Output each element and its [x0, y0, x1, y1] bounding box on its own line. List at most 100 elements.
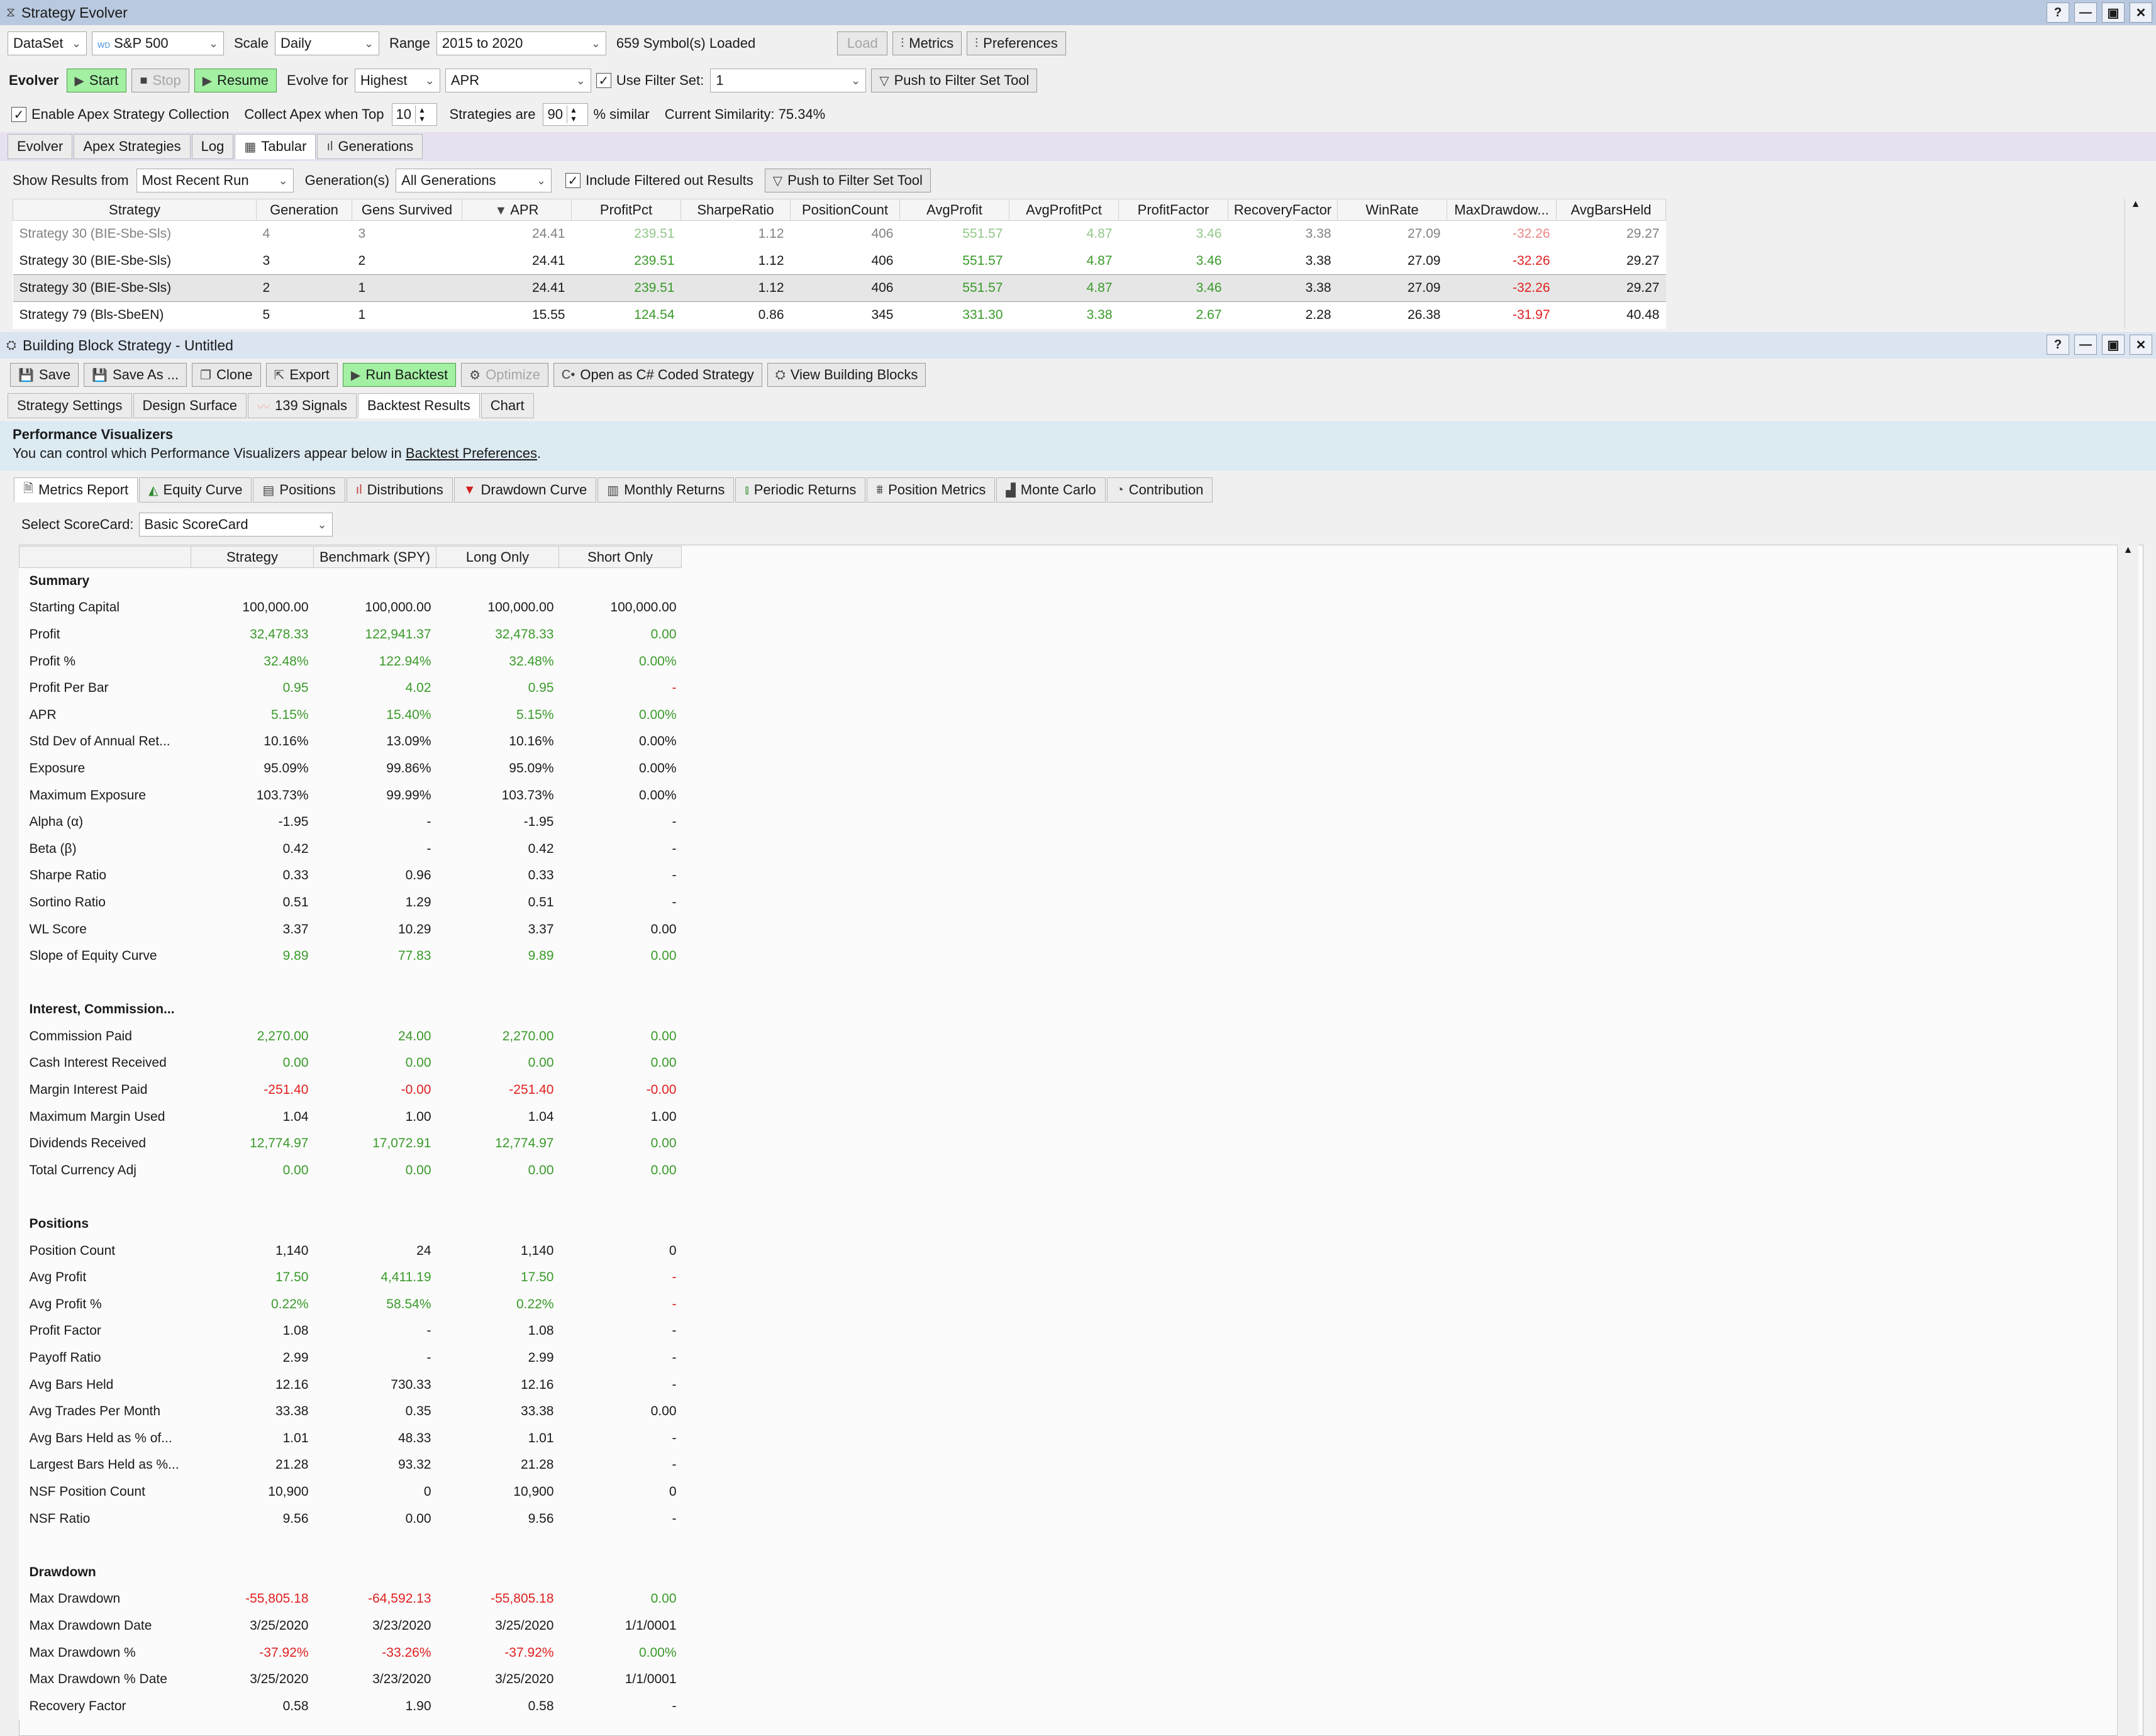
bbs-help-button[interactable]: ?	[2047, 335, 2069, 355]
metrics-button[interactable]: ⫶ Metrics	[892, 31, 962, 55]
metrics-section-row: Positions	[19, 1211, 682, 1238]
tab-contribution[interactable]: ◔ Contribution	[1106, 477, 1213, 503]
run-backtest-button[interactable]: ▶ Run Backtest	[342, 363, 457, 387]
col-profitfactor[interactable]: ProfitFactor	[1118, 199, 1228, 221]
tab-evolver[interactable]: Evolver	[8, 134, 73, 159]
col-maxdrawdown[interactable]: MaxDrawdow...	[1447, 199, 1557, 221]
include-filtered-checkbox[interactable]: ✓	[565, 173, 581, 188]
save-button[interactable]: 💾 Save	[10, 363, 79, 387]
metrics-scrollbar[interactable]: ▲	[2117, 545, 2138, 1736]
table-row[interactable]: Strategy 30 (BIE-Sbe-Sls) 3 2 24.41 239.51 1.…	[13, 248, 1666, 275]
tab-backtest-results[interactable]: Backtest Results	[357, 393, 480, 418]
resume-button[interactable]: ▶ Resume	[194, 69, 277, 92]
metric-value: -	[672, 868, 677, 883]
tab-metrics-report[interactable]: 🗎 Metrics Report	[14, 477, 138, 503]
filter-set-select[interactable]: 1	[710, 69, 867, 92]
bbs-close-button[interactable]: ✕	[2130, 335, 2152, 355]
tab-signals[interactable]: 〰 139 Signals	[247, 393, 357, 418]
start-button[interactable]: ▶ Start	[66, 69, 127, 92]
scale-select[interactable]: Daily	[275, 31, 380, 55]
metrics-section-row: Drawdown	[19, 1559, 682, 1586]
col-winrate[interactable]: WinRate	[1337, 199, 1447, 221]
tab-equity-curve[interactable]: ◭ Equity Curve	[139, 477, 252, 503]
metric-value: 0.00	[405, 1055, 431, 1071]
clone-button[interactable]: ❐ Clone	[192, 363, 261, 387]
use-filter-set-checkbox[interactable]: ✓	[596, 73, 611, 88]
col-strategy[interactable]: Strategy	[13, 199, 257, 221]
metric-value: 0.00	[650, 949, 677, 964]
strategies-are-label: Strategies are	[449, 106, 536, 122]
scroll-up-icon[interactable]: ▲	[2125, 199, 2146, 210]
show-results-select[interactable]: Most Recent Run	[136, 169, 294, 192]
tab-monthly-returns[interactable]: ▥ Monthly Returns	[597, 477, 735, 503]
metric-label: Dividends Received	[29, 1136, 147, 1151]
close-button[interactable]: ✕	[2130, 3, 2152, 23]
current-similarity-text: Current Similarity: 75.34%	[664, 106, 826, 122]
metric-label: Avg Trades Per Month	[29, 1404, 161, 1419]
help-button[interactable]: ?	[2047, 3, 2069, 23]
col-profitpct[interactable]: ProfitPct	[571, 199, 681, 221]
maximize-button[interactable]: ▣	[2102, 3, 2125, 23]
bbs-maximize-button[interactable]: ▣	[2102, 335, 2125, 355]
similar-spinner[interactable]: 90 ▲ ▼	[543, 103, 589, 126]
tab-generations[interactable]: ıl Generations	[317, 134, 423, 159]
metric-value	[191, 1184, 314, 1211]
stop-button[interactable]: ■ Stop	[131, 69, 189, 92]
col-gens-survived[interactable]: Gens Survived	[352, 199, 462, 221]
metrics-row: Sortino Ratio 0.51 1.29 0.51 -	[19, 889, 682, 916]
range-select[interactable]: 2015 to 2020	[436, 31, 606, 55]
table-row[interactable]: Strategy 79 (Bls-SbeEN) 5 1 15.55 124.54 0.86…	[13, 302, 1666, 329]
scroll-up-icon[interactable]: ▲	[2118, 545, 2138, 556]
enable-apex-checkbox[interactable]: ✓	[11, 107, 26, 122]
push-filter-set-button-2[interactable]: ▽ Push to Filter Set Tool	[764, 169, 931, 192]
tab-log[interactable]: Log	[191, 134, 234, 159]
tab-monte-carlo[interactable]: ▟ Monte Carlo	[996, 477, 1106, 503]
open-csharp-button[interactable]: C• Open as C# Coded Strategy	[553, 363, 762, 387]
backtest-preferences-link[interactable]: Backtest Preferences	[406, 445, 537, 461]
minimize-button[interactable]: —	[2074, 3, 2097, 23]
metric-value: -37.92%	[504, 1645, 554, 1660]
tab-drawdown-curve[interactable]: ▼ Drawdown Curve	[453, 477, 597, 503]
view-building-blocks-button[interactable]: ⛭ View Building Blocks	[767, 363, 926, 387]
tab-positions[interactable]: ▤ Positions	[253, 477, 345, 503]
optimize-button[interactable]: ⚙ Optimize	[461, 363, 548, 387]
save-as-button[interactable]: 💾 Save As ...	[84, 363, 187, 387]
tab-design-surface[interactable]: Design Surface	[133, 393, 247, 418]
col-apr[interactable]: ▼ APR	[462, 199, 572, 221]
blocks-icon: ⛭	[775, 367, 786, 382]
col-generation[interactable]: Generation	[256, 199, 352, 221]
tab-periodic-returns[interactable]: ⫾ Periodic Returns	[735, 477, 866, 503]
col-positioncount[interactable]: PositionCount	[790, 199, 900, 221]
export-button[interactable]: ⇱ Export	[265, 363, 338, 387]
tab-strategy-settings[interactable]: Strategy Settings	[8, 393, 132, 418]
tab-distributions[interactable]: ıl Distributions	[346, 477, 453, 503]
tab-position-metrics[interactable]: ⩩ Position Metrics	[867, 477, 996, 503]
dataset-select[interactable]: DataSet	[8, 31, 87, 55]
tab-chart[interactable]: Chart	[481, 393, 534, 418]
evolve-direction-select[interactable]: Highest	[354, 69, 440, 92]
table-row[interactable]: Strategy 30 (BIE-Sbe-Sls) 4 3 24.41 239.51 1.…	[13, 221, 1666, 248]
preferences-button[interactable]: ⫶ Preferences	[967, 31, 1066, 55]
metric-value: -64,592.13	[368, 1591, 431, 1606]
grid-scrollbar[interactable]: ▲	[2125, 199, 2146, 328]
metric-value: 730.33	[391, 1377, 431, 1392]
col-recoveryfactor[interactable]: RecoveryFactor	[1228, 199, 1338, 221]
col-avgprofit[interactable]: AvgProfit	[899, 199, 1009, 221]
generations-select[interactable]: All Generations	[396, 169, 552, 192]
col-sharperatio[interactable]: SharpeRatio	[681, 199, 791, 221]
metric-value: 2,270.00	[257, 1028, 309, 1043]
load-button[interactable]: Load	[837, 31, 888, 55]
metric-label: Interest, Commission...	[29, 1002, 175, 1017]
col-avgprofitpct[interactable]: AvgProfitPct	[1009, 199, 1119, 221]
scorecard-select[interactable]: Basic ScoreCard	[138, 513, 333, 537]
tab-tabular[interactable]: ▦ Tabular	[235, 134, 316, 159]
dataset-value-select[interactable]: WD S&P 500	[92, 31, 224, 55]
table-row-selected[interactable]: Strategy 30 (BIE-Sbe-Sls) 2 1 24.41 239.51 1.…	[13, 274, 1666, 302]
push-filter-set-button[interactable]: ▽ Push to Filter Set Tool	[871, 69, 1038, 92]
evolve-metric-select[interactable]: APR	[445, 69, 591, 92]
bbs-minimize-button[interactable]: —	[2074, 335, 2097, 355]
metric-label: Largest Bars Held as %...	[29, 1457, 179, 1472]
top-count-spinner[interactable]: 10 ▲ ▼	[391, 103, 437, 126]
tab-apex-strategies[interactable]: Apex Strategies	[74, 134, 191, 159]
col-avgbarsheld[interactable]: AvgBarsHeld	[1556, 199, 1666, 221]
